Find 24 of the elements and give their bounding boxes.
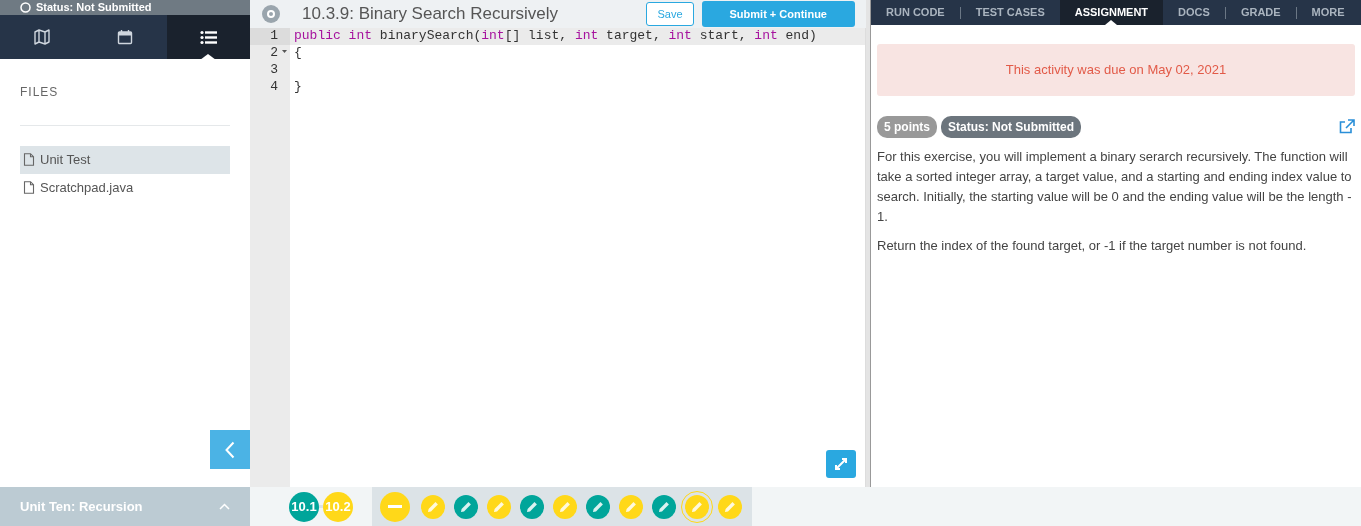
lesson-button[interactable]: 10.1 <box>289 491 319 522</box>
code-line: { <box>293 45 303 62</box>
status-text: Status: Not Submitted <box>36 0 152 16</box>
instructions-paragraph: Return the index of the found target, or -1 if the target number is not found. <box>877 236 1308 255</box>
panel-tab[interactable]: TEST CASES <box>960 0 1060 25</box>
panel-tab[interactable]: RUN CODE <box>871 0 960 25</box>
files-heading: FILES <box>20 83 230 126</box>
file-item[interactable]: Unit Test <box>20 146 230 174</box>
line-number: 2 <box>250 45 290 62</box>
file-item[interactable]: Scratchpad.java <box>20 173 230 201</box>
panel-tab[interactable]: GRADE <box>1225 0 1296 25</box>
panel-tab[interactable]: MORE <box>1296 0 1360 25</box>
panel-tab[interactable]: ASSIGNMENT <box>1059 0 1164 25</box>
exercise-title: 10.3.9: Binary Search Recursively <box>302 3 559 26</box>
status-label: Status: Not Submitted <box>941 115 1081 138</box>
code-line: } <box>293 79 303 96</box>
points-label: 5 points <box>877 115 937 138</box>
unit-title: Unit Ten: Recursion <box>20 497 143 516</box>
due-date-alert: This activity was due on May 02, 2021 <box>877 44 1355 96</box>
line-number: 3 <box>269 62 279 79</box>
line-number: 4 <box>269 79 279 96</box>
panel-tab[interactable]: DOCS <box>1163 0 1225 25</box>
instructions-paragraph: For this exercise, you will implement a binary serarch recursively. The function will take a sorted integer array, a target value, and a starting and ending index value to search. Initially, the starting value will be 0 and the ending value will be the length - 1. <box>877 147 1353 226</box>
line-number: 1 <box>250 28 290 45</box>
